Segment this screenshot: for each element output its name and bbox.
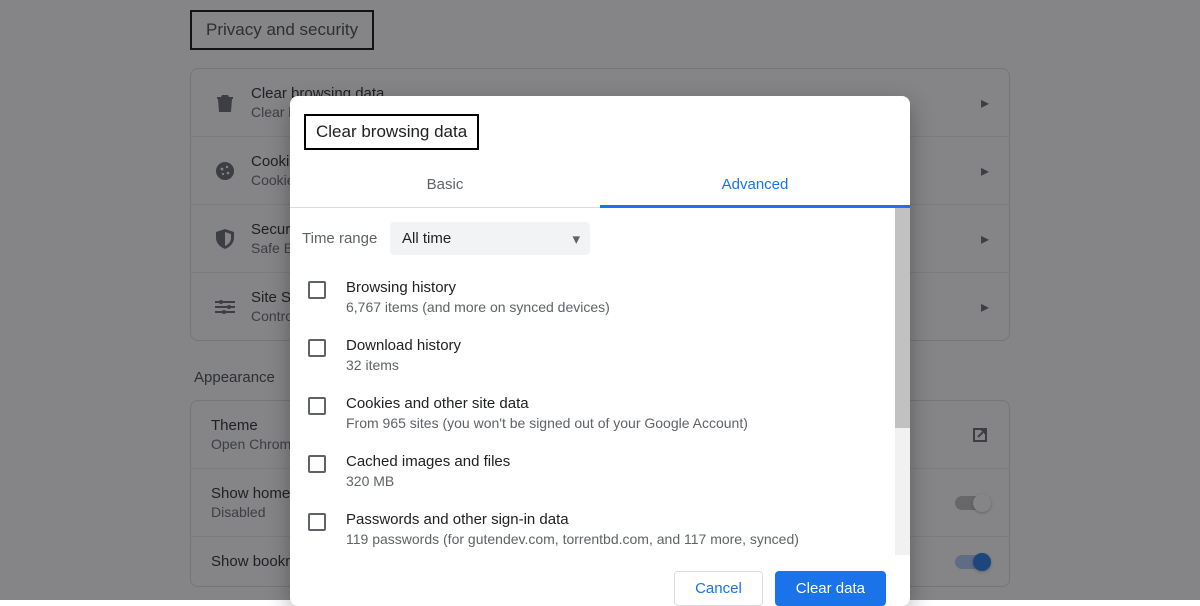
option-subtitle: 32 items [346,356,461,375]
chevron-down-icon: ▾ [572,230,580,248]
checkbox[interactable] [308,455,326,473]
option-passwords[interactable]: Passwords and other sign-in data 119 pas… [302,501,875,555]
checkbox[interactable] [308,339,326,357]
time-range-row: Time range All time ▾ [302,222,875,255]
time-range-select[interactable]: All time ▾ [390,222,590,255]
dialog-tabs: Basic Advanced [290,164,910,208]
time-range-value: All time [402,230,451,247]
option-title: Passwords and other sign-in data [346,511,799,528]
option-cookies[interactable]: Cookies and other site data From 965 sit… [302,385,875,443]
dialog-footer: Cancel Clear data [290,555,910,606]
tab-advanced[interactable]: Advanced [600,164,910,207]
option-title: Browsing history [346,279,610,296]
option-title: Download history [346,337,461,354]
checkbox[interactable] [308,281,326,299]
dialog-scroll: Time range All time ▾ Browsing history 6… [290,208,895,555]
option-subtitle: From 965 sites (you won't be signed out … [346,414,748,433]
option-subtitle: 320 MB [346,472,510,491]
option-title: Cookies and other site data [346,395,748,412]
option-download-history[interactable]: Download history 32 items [302,327,875,385]
option-subtitle: 119 passwords (for gutendev.com, torrent… [346,530,799,549]
dialog-title-text: Clear browsing data [304,114,479,150]
time-range-label: Time range [302,230,390,247]
tab-basic[interactable]: Basic [290,164,600,207]
cancel-button[interactable]: Cancel [674,571,763,606]
option-browsing-history[interactable]: Browsing history 6,767 items (and more o… [302,269,875,327]
dialog-title: Clear browsing data [290,96,910,164]
scrollbar[interactable] [895,208,910,555]
checkbox[interactable] [308,513,326,531]
checkbox[interactable] [308,397,326,415]
option-title: Cached images and files [346,453,510,470]
clear-browsing-data-dialog: Clear browsing data Basic Advanced Time … [290,96,910,606]
clear-data-button[interactable]: Clear data [775,571,886,606]
dialog-body: Time range All time ▾ Browsing history 6… [290,208,910,555]
scrollbar-thumb[interactable] [895,208,910,428]
option-cached-files[interactable]: Cached images and files 320 MB [302,443,875,501]
option-subtitle: 6,767 items (and more on synced devices) [346,298,610,317]
